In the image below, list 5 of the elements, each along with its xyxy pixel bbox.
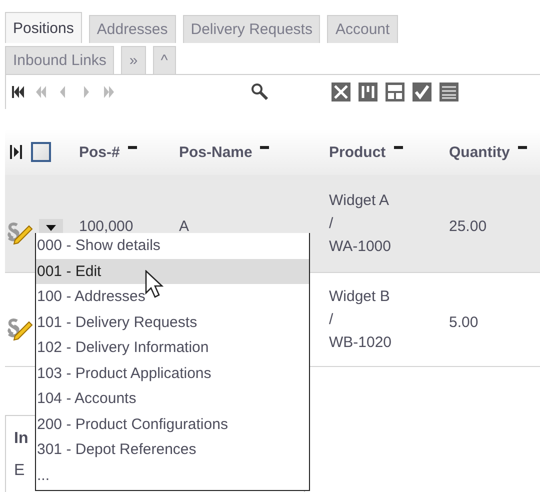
table-cell-text: Widget A / WA-1000 — [329, 191, 391, 257]
table-cell-text: 5.00 — [449, 313, 478, 333]
table-cell-text: 25.00 — [449, 217, 487, 237]
table-cell-text: Widget B / WB-1020 — [329, 287, 392, 353]
panel-text: E — [14, 462, 25, 480]
